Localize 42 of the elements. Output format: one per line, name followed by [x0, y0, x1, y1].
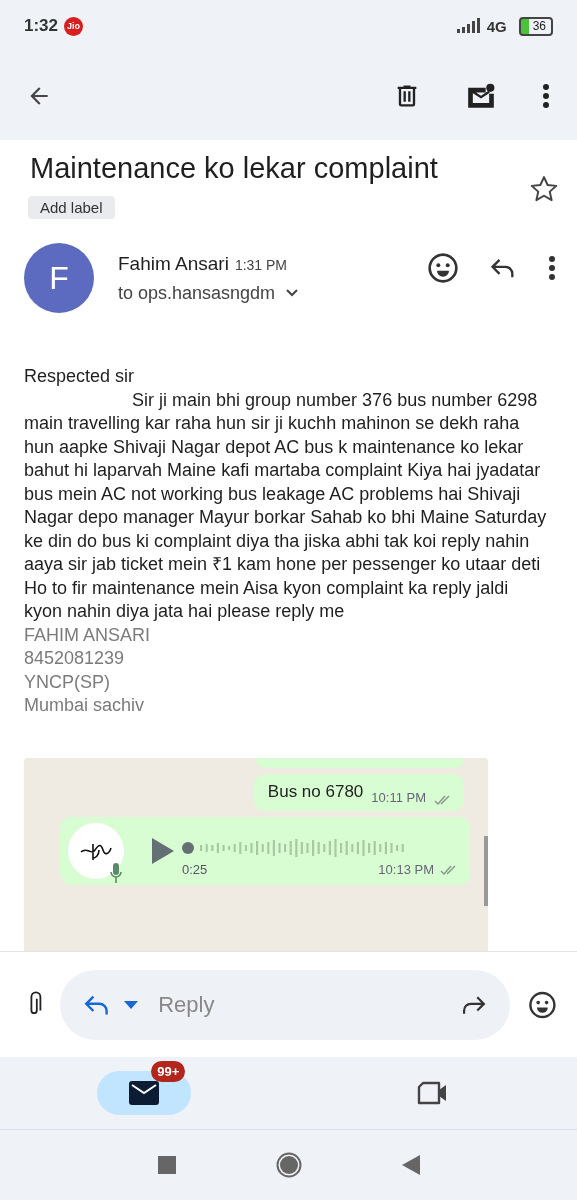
scrollbar	[484, 835, 488, 906]
network-label: 4G	[486, 17, 507, 35]
expand-caret-icon[interactable]	[285, 288, 300, 298]
greeting-text: Respected sir	[24, 365, 136, 388]
emoji-icon[interactable]	[427, 252, 459, 284]
double-check-icon	[440, 864, 458, 875]
more-options-icon[interactable]	[541, 82, 551, 110]
message-time: 10:11 PM	[371, 789, 426, 805]
signal-icon	[456, 18, 481, 34]
status-time: 1:32	[24, 16, 59, 36]
more-options-icon[interactable]	[547, 254, 557, 282]
voice-duration: 0:25	[182, 862, 208, 877]
play-icon[interactable]	[152, 837, 174, 864]
mail-icon	[129, 1081, 160, 1105]
reply-icon[interactable]	[489, 256, 517, 280]
recents-icon[interactable]	[157, 1156, 176, 1174]
sender-avatar: F	[24, 243, 94, 313]
message-paragraph: Sir ji main bhi group number 376 bus number 6298 main travelling kar raha hun sir ji kuchh mahinon se dekh raha hun aapke Shivaji Nagar depot AC bus k maintenance ko lekar bahut hi laparvah Maine kafi martaba complaint Kiya hai jyadatar bus mein AC not working bus leakage AC problems hai Shivaji Nagar depo manager Mayur borkar Sahab ko bhi Maine Saturday ke din do bus ki complaint diya tha jiska abhi tak koi reply nahin aaya sir jab ticket mein ₹1 kam hone per pessenger ko utaar deti Ho to fir maintenance mein Aisa kyon complaint ka reply jaldi kyon nahin diya jata hai please reply me	[24, 388, 547, 623]
signature-line: Mumbai sachiv	[24, 694, 146, 717]
dropdown-caret-icon[interactable]	[124, 1000, 139, 1009]
sent-time: 1:31 PM	[234, 256, 287, 273]
email-subject: Maintenance ko lekar complaint	[30, 151, 438, 186]
unread-count-badge: 99+	[151, 1061, 186, 1082]
message-time: 10:13 PM	[378, 862, 434, 877]
mark-unread-icon[interactable]	[465, 82, 497, 110]
recipient-text: to ops.hansasngdm	[118, 282, 276, 304]
signature-line: FAHIM ANSARI	[24, 623, 152, 647]
carrier-badge: Jio	[64, 16, 84, 36]
double-check-icon	[434, 794, 452, 805]
back-icon[interactable]	[401, 1155, 420, 1175]
home-icon[interactable]	[275, 1152, 302, 1178]
reply-field[interactable]: Reply	[60, 969, 511, 1040]
video-camera-icon	[416, 1081, 449, 1105]
add-label-chip[interactable]: Add label	[28, 196, 115, 219]
star-icon[interactable]	[529, 174, 559, 204]
battery-indicator: 36	[518, 16, 553, 36]
signature-line: 8452081239	[24, 647, 126, 670]
signature-line: YNCP(SP)	[24, 670, 111, 694]
sender-name: Fahim Ansari	[118, 252, 229, 274]
reply-input[interactable]: Reply	[156, 990, 449, 1019]
microphone-icon	[110, 862, 122, 883]
message-text: Bus no 6780	[267, 781, 364, 802]
